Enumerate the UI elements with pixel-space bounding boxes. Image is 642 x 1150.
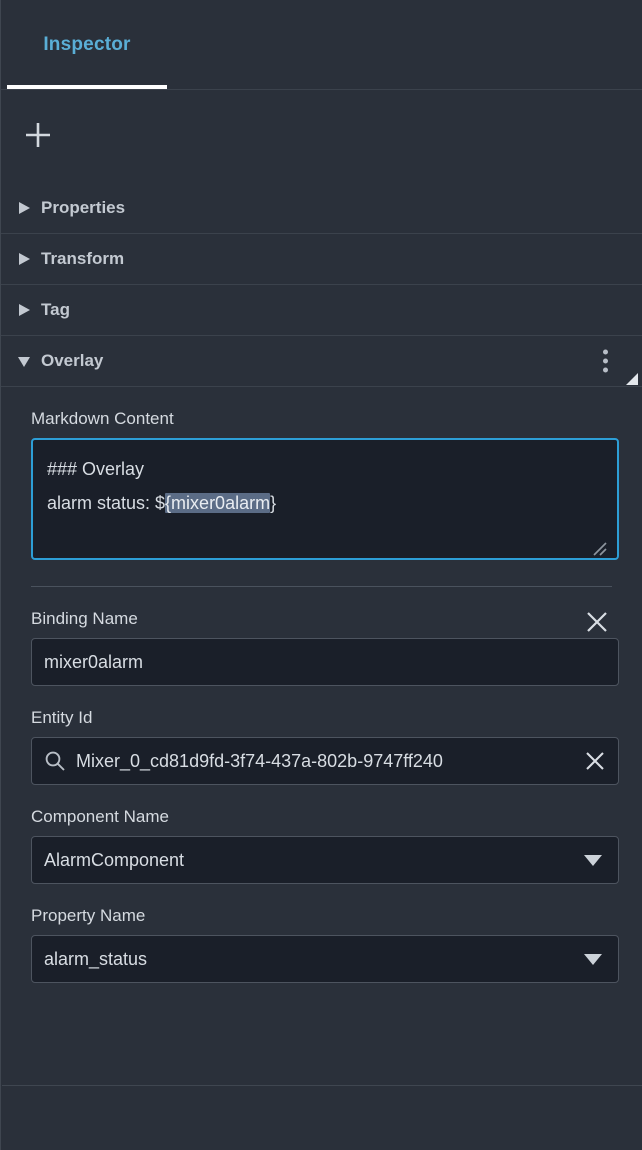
markdown-line-2-prefix: alarm status: $: [47, 493, 165, 513]
tab-inspector[interactable]: Inspector: [7, 0, 167, 89]
triangle-right-icon: [7, 303, 41, 317]
add-button[interactable]: [21, 118, 55, 152]
property-name-value: alarm_status: [44, 949, 584, 970]
section-properties-label: Properties: [41, 198, 125, 218]
section-transform[interactable]: Transform: [1, 234, 642, 285]
entity-id-input[interactable]: Mixer_0_cd81d9fd-3f74-437a-802b-9747ff24…: [31, 737, 619, 785]
component-name-select[interactable]: AlarmComponent: [31, 836, 619, 884]
section-properties[interactable]: Properties: [1, 183, 642, 234]
binding-name-input[interactable]: mixer0alarm: [31, 638, 619, 686]
chevron-down-icon: [584, 855, 602, 866]
markdown-content-label: Markdown Content: [31, 409, 612, 429]
inspector-toolbar: [1, 90, 642, 183]
markdown-line-1: ### Overlay: [47, 459, 144, 479]
section-transform-label: Transform: [41, 249, 124, 269]
kebab-menu-icon[interactable]: [599, 346, 612, 377]
component-name-value: AlarmComponent: [44, 850, 584, 871]
tab-inspector-label: Inspector: [43, 34, 130, 56]
tab-bar: Inspector: [1, 0, 642, 90]
property-name-label: Property Name: [31, 906, 612, 926]
clear-entity-id-button[interactable]: [584, 750, 606, 772]
binding-name-label: Binding Name: [31, 609, 138, 629]
panel-bottom-pane: [2, 1086, 642, 1150]
section-tag[interactable]: Tag: [1, 285, 642, 336]
triangle-down-icon: [7, 355, 41, 368]
tab-active-indicator: [7, 85, 167, 89]
markdown-selected-text: {mixer0alarm: [165, 493, 270, 513]
section-resize-grip-icon[interactable]: [625, 372, 638, 384]
form-bottom-spacer: [31, 983, 612, 1019]
section-tag-label: Tag: [41, 300, 70, 320]
plus-icon: [23, 120, 53, 150]
section-overlay[interactable]: Overlay: [1, 336, 642, 387]
section-overlay-label: Overlay: [41, 351, 103, 371]
inspector-panel: Inspector Properties Transform: [0, 0, 642, 1150]
remove-binding-button[interactable]: [582, 607, 612, 637]
overlay-form: Markdown Content ### Overlay alarm statu…: [1, 409, 642, 1019]
binding-name-header: Binding Name: [31, 587, 612, 638]
entity-id-label: Entity Id: [31, 708, 612, 728]
binding-name-value: mixer0alarm: [44, 652, 606, 673]
chevron-down-icon: [584, 954, 602, 965]
markdown-content-input[interactable]: ### Overlay alarm status: ${mixer0alarm}: [31, 438, 619, 560]
component-name-label: Component Name: [31, 807, 612, 827]
triangle-right-icon: [7, 201, 41, 215]
markdown-line-2-suffix: }: [270, 493, 276, 513]
triangle-right-icon: [7, 252, 41, 266]
property-name-select[interactable]: alarm_status: [31, 935, 619, 983]
search-icon: [44, 750, 66, 772]
entity-id-value: Mixer_0_cd81d9fd-3f74-437a-802b-9747ff24…: [76, 751, 576, 772]
markdown-content-wrapper: ### Overlay alarm status: ${mixer0alarm}: [31, 438, 612, 560]
